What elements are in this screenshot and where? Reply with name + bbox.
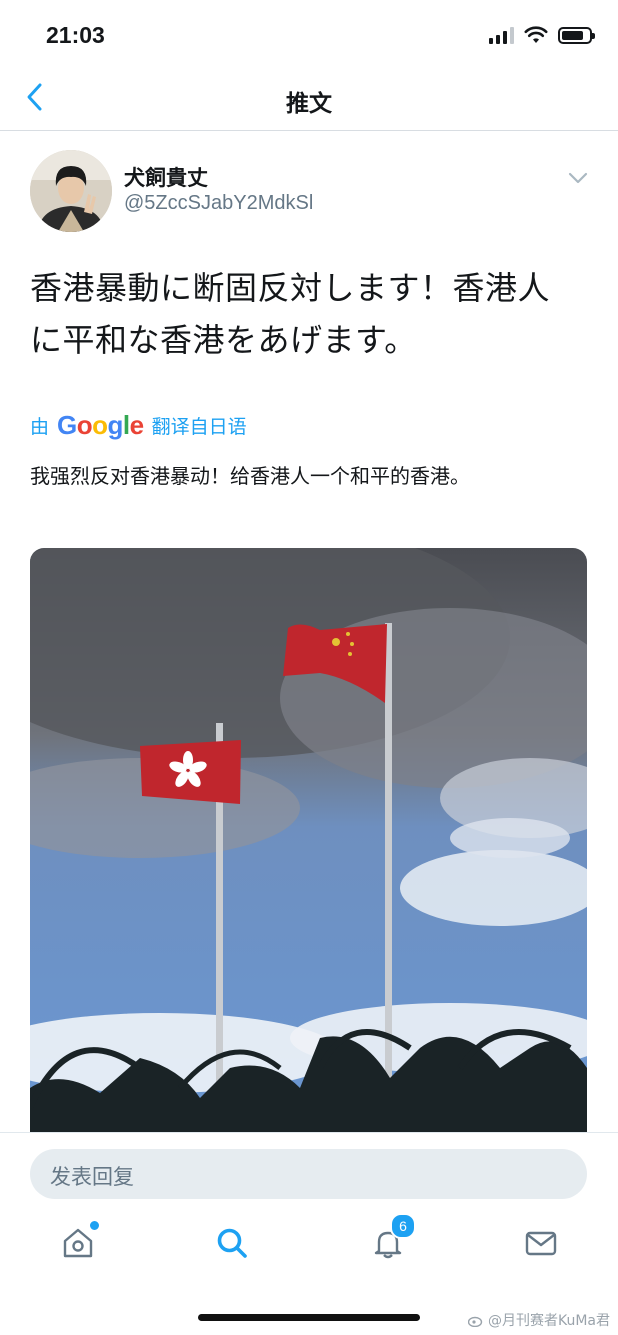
tweet-text: 香港暴動に断固反対します！香港人 に平和な香港をあげます。 xyxy=(30,262,590,366)
author-handle[interactable]: @5ZccSJabY2MdkSl xyxy=(124,192,313,215)
tab-search[interactable] xyxy=(212,1223,252,1263)
status-icons xyxy=(489,26,595,44)
watermark: @月刊赛者KuMa君 xyxy=(467,1310,610,1330)
notification-badge: 6 xyxy=(390,1213,416,1239)
wifi-icon xyxy=(524,26,548,43)
nav-bar: 推文 xyxy=(0,66,618,131)
battery-icon xyxy=(558,26,595,44)
status-bar: 21:03 xyxy=(0,0,618,66)
google-logo: Google xyxy=(57,410,144,440)
author-name[interactable]: 犬飼貴丈 xyxy=(124,162,208,192)
cellular-signal-icon xyxy=(489,26,514,44)
translate-link[interactable]: 由 Google 翻译自日语 xyxy=(30,410,247,441)
tweet-photo[interactable] xyxy=(30,548,587,1168)
tab-home[interactable] xyxy=(58,1219,101,1263)
page-title: 推文 xyxy=(286,91,332,117)
weibo-icon xyxy=(467,1316,483,1327)
watermark-text: @月刊赛者KuMa君 xyxy=(487,1313,610,1329)
translate-suffix: 翻译自日语 xyxy=(151,416,247,438)
home-indicator xyxy=(198,1314,420,1321)
tweet-text-line: に平和な香港をあげます。 xyxy=(30,321,417,359)
battery-fill xyxy=(562,30,583,40)
reply-input[interactable]: 发表回复 xyxy=(30,1149,587,1199)
translate-prefix: 由 xyxy=(30,416,50,438)
translated-text: 我强烈反对香港暴动！给香港人一个和平的香港。 xyxy=(30,464,470,488)
tweet-header: 犬飼貴丈 @5ZccSJabY2MdkSl xyxy=(30,150,590,234)
tab-messages[interactable] xyxy=(521,1223,561,1263)
tab-bar: 6 xyxy=(0,1213,618,1279)
tweet-text-line: 香港暴動に断固反対します！香港人 xyxy=(30,269,551,307)
mail-icon xyxy=(525,1231,557,1256)
reply-placeholder: 发表回复 xyxy=(50,1165,134,1189)
status-time: 21:03 xyxy=(46,22,105,48)
avatar[interactable] xyxy=(30,150,112,232)
bottom-area: 发表回复 6 xyxy=(0,1132,618,1335)
home-icon xyxy=(63,1228,93,1258)
notification-dot xyxy=(88,1219,101,1232)
chevron-down-icon[interactable] xyxy=(566,166,590,190)
tab-notifications[interactable]: 6 xyxy=(368,1213,416,1263)
search-icon xyxy=(217,1228,247,1258)
